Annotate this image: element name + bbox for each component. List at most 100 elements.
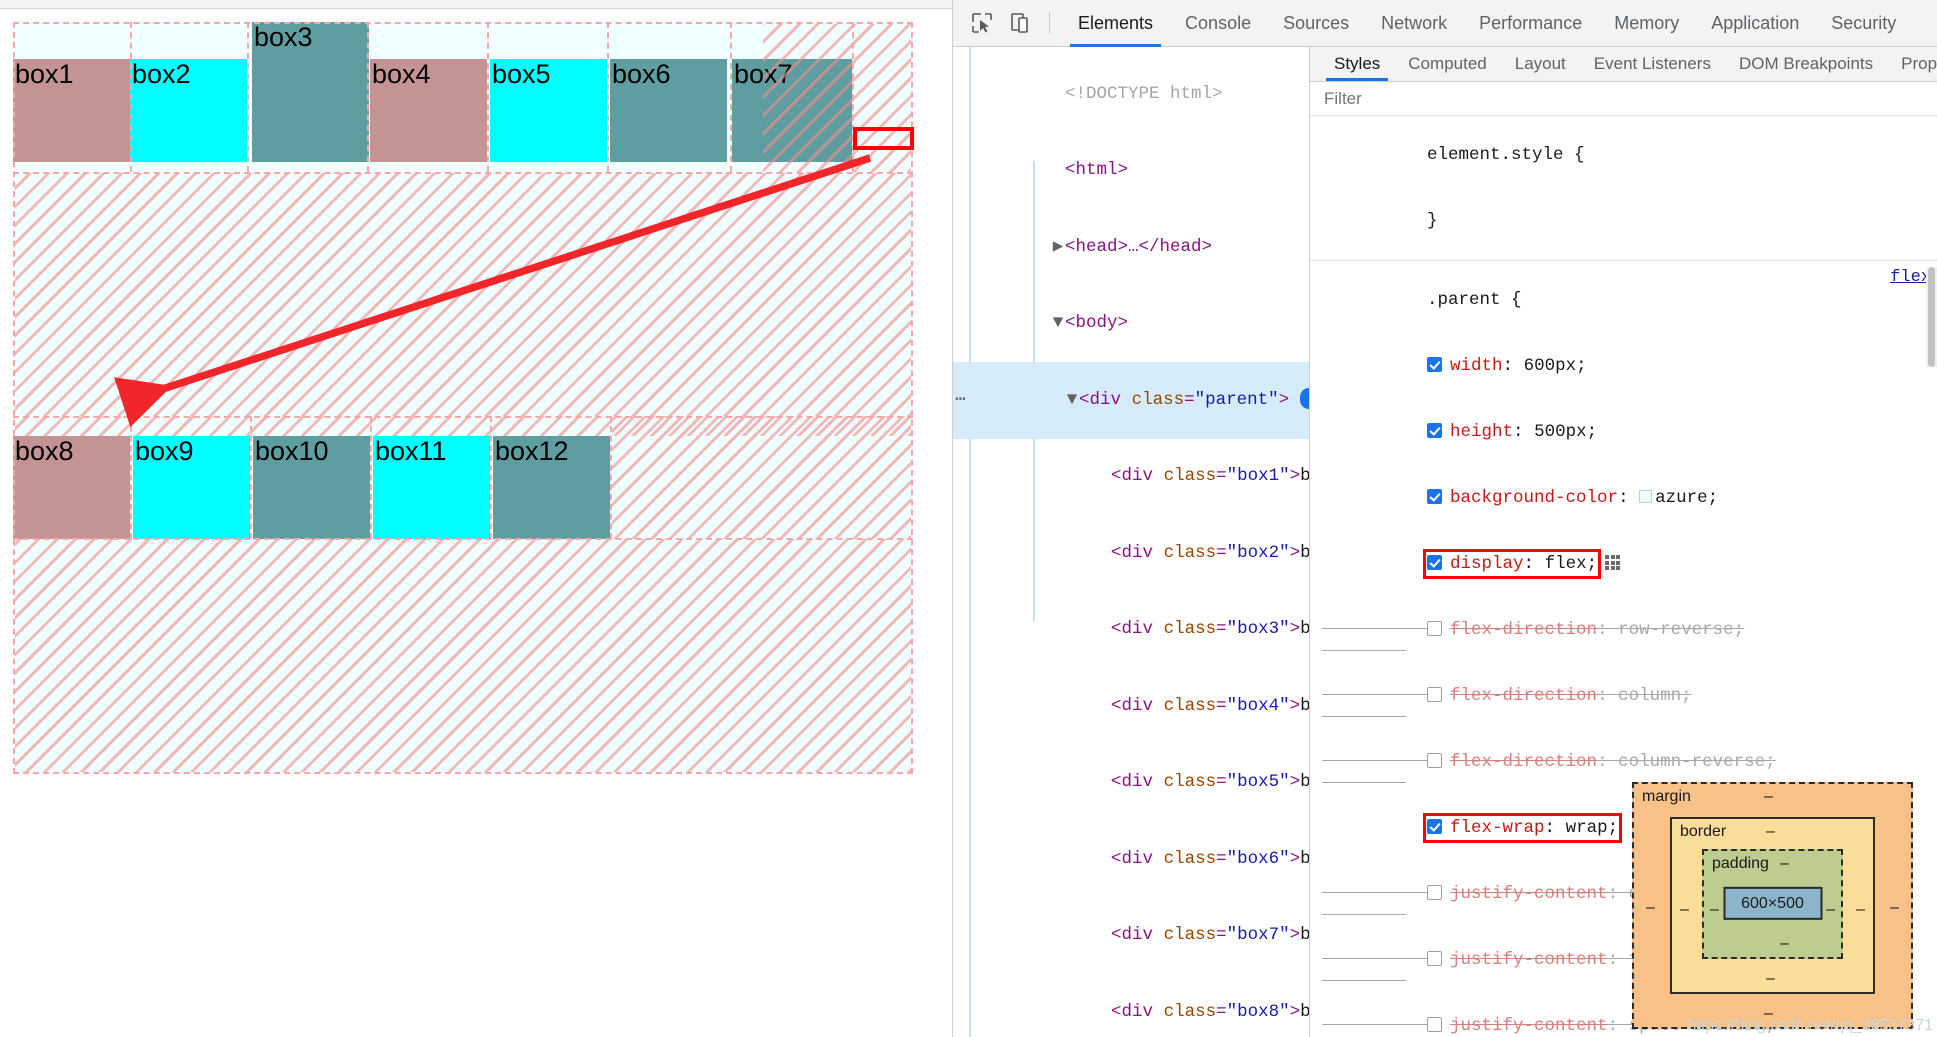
val-flex-wrap[interactable]: wrap xyxy=(1566,818,1608,838)
box-model-content-size[interactable]: 600×500 xyxy=(1723,886,1822,920)
tab-application[interactable]: Application xyxy=(1695,0,1815,47)
inspect-element-icon[interactable] xyxy=(965,6,999,40)
decl-checkbox-flex-direction-column-reverse[interactable] xyxy=(1427,753,1443,768)
tab-sources[interactable]: Sources xyxy=(1267,0,1365,47)
styles-scrollbar-thumb[interactable] xyxy=(1928,267,1935,367)
box-model-diagram[interactable]: margin – – – – border – – – – padding – … xyxy=(1632,782,1913,1029)
dom-line-box5[interactable]: <div class="box5">box5</div> xyxy=(953,745,1309,822)
decl-checkbox-width[interactable] xyxy=(1427,357,1443,372)
tab-event-listeners[interactable]: Event Listeners xyxy=(1580,47,1725,81)
rendered-page-viewport[interactable]: box1 box2 box3 box4 box5 box6 box7 box8 … xyxy=(0,0,952,1037)
dom-line-box3[interactable]: <div class="box3">box3</div> xyxy=(953,592,1309,669)
decl-flex-direction-row-reverse[interactable]: flex-direction: row-reverse; xyxy=(1320,597,1937,663)
flex-item-box8[interactable]: box8 xyxy=(13,436,130,539)
border-top-value[interactable]: – xyxy=(1766,823,1775,841)
flex-item-box5[interactable]: box5 xyxy=(490,59,607,162)
chevron-right-icon[interactable]: ▶ xyxy=(1051,235,1065,261)
decl-checkbox-display[interactable] xyxy=(1427,555,1443,570)
decl-height[interactable]: height: 500px; xyxy=(1320,399,1937,465)
padding-left-value[interactable]: – xyxy=(1710,901,1719,919)
tab-network[interactable]: Network xyxy=(1365,0,1463,47)
dom-line-box8[interactable]: <div class="box8">box8</div> xyxy=(953,974,1309,1037)
decl-checkbox-flex-direction-row-reverse[interactable] xyxy=(1427,621,1443,636)
decl-width[interactable]: width: 600px; xyxy=(1320,333,1937,399)
decl-checkbox-background-color[interactable] xyxy=(1427,489,1443,504)
padding-top-value[interactable]: – xyxy=(1780,855,1789,873)
color-swatch-icon[interactable] xyxy=(1639,490,1653,503)
flex-item-box11[interactable]: box11 xyxy=(373,436,490,539)
margin-left-value[interactable]: – xyxy=(1646,899,1655,917)
flex-item-box1[interactable]: box1 xyxy=(13,59,130,162)
flex-item-box7[interactable]: box7 xyxy=(732,59,852,162)
tab-styles[interactable]: Styles xyxy=(1320,47,1394,81)
tab-console[interactable]: Console xyxy=(1169,0,1267,47)
flex-badge[interactable]: flex xyxy=(1299,387,1309,409)
flex-item-box2[interactable]: box2 xyxy=(130,59,247,162)
flex-item-box6[interactable]: box6 xyxy=(610,59,727,162)
border-right-value[interactable]: – xyxy=(1856,901,1865,919)
padding-right-value[interactable]: – xyxy=(1826,901,1835,919)
dom-line-parent-div[interactable]: ⋯▼<div class="parent"> flex == xyxy=(953,362,1309,439)
flex-item-box12[interactable]: box12 xyxy=(493,436,610,539)
device-toolbar-icon[interactable] xyxy=(1003,6,1037,40)
val-display[interactable]: flex xyxy=(1545,554,1587,574)
tab-layout[interactable]: Layout xyxy=(1501,47,1580,81)
dom-line-body-open[interactable]: ▼ <body> xyxy=(953,286,1309,363)
decl-background-color[interactable]: background-color: azure; xyxy=(1320,465,1937,531)
box-model-padding-area[interactable]: padding – – – – 600×500 xyxy=(1702,849,1843,959)
more-options-icon[interactable]: ⋯ xyxy=(955,388,967,414)
margin-right-value[interactable]: – xyxy=(1890,899,1899,917)
padding-bottom-value[interactable]: – xyxy=(1780,935,1789,953)
box-model-border-area[interactable]: border – – – – padding – – – – 600×500 xyxy=(1670,817,1875,994)
decl-flex-direction-column[interactable]: flex-direction: column; xyxy=(1320,663,1937,729)
decl-checkbox-flex-wrap[interactable] xyxy=(1427,819,1443,834)
tab-dom-breakpoints[interactable]: DOM Breakpoints xyxy=(1725,47,1887,81)
tab-memory[interactable]: Memory xyxy=(1598,0,1695,47)
dom-line-html-open[interactable]: <html> xyxy=(953,133,1309,210)
chevron-down-icon-parent[interactable]: ▼ xyxy=(1065,388,1079,414)
parent-selector: .parent { xyxy=(1320,267,1937,333)
decl-checkbox-justify-content-center[interactable] xyxy=(1427,885,1443,900)
highlight-flex-wrap: flex-wrap: wrap; xyxy=(1423,813,1623,843)
styles-filter-input[interactable] xyxy=(1322,87,1876,110)
decl-checkbox-flex-direction-column[interactable] xyxy=(1427,687,1443,702)
dom-line-box1[interactable]: <div class="box1">box1</div> xyxy=(953,439,1309,516)
flex-item-box10[interactable]: box10 xyxy=(253,436,370,539)
dom-line-box7[interactable]: <div class="box7">box7</div> xyxy=(953,898,1309,975)
rule-element-style[interactable]: element.style { } xyxy=(1310,116,1937,261)
flex-item-box4[interactable]: box4 xyxy=(370,59,487,162)
toolbar-divider xyxy=(1049,12,1050,34)
dom-tree-pane[interactable]: <!DOCTYPE html> <html> ▶<head>…</head> ▼… xyxy=(953,47,1310,1037)
tab-performance[interactable]: Performance xyxy=(1463,0,1598,47)
val-background-color[interactable]: azure xyxy=(1655,488,1708,508)
tab-security[interactable]: Security xyxy=(1815,0,1912,47)
prop-height: height xyxy=(1450,422,1514,442)
styles-scrollbar[interactable] xyxy=(1926,267,1937,367)
tab-properties[interactable]: Prop xyxy=(1887,47,1937,81)
devtools-toolbar: Elements Console Sources Network Perform… xyxy=(953,0,1937,47)
val-flex-direction-3[interactable]: column-reverse xyxy=(1618,752,1765,772)
dom-line-box6[interactable]: <div class="box6">box6</div> xyxy=(953,821,1309,898)
decl-display[interactable]: display: flex; xyxy=(1320,531,1937,597)
val-width[interactable]: 600px xyxy=(1524,356,1577,376)
decl-checkbox-height[interactable] xyxy=(1427,423,1443,438)
dom-line-box2[interactable]: <div class="box2">box2</div> xyxy=(953,515,1309,592)
styles-filter-row[interactable] xyxy=(1310,82,1937,116)
flex-item-box9[interactable]: box9 xyxy=(133,436,250,539)
tab-computed[interactable]: Computed xyxy=(1394,47,1500,81)
chevron-down-icon[interactable]: ▼ xyxy=(1051,311,1065,337)
decl-checkbox-justify-content-flex-end[interactable] xyxy=(1427,951,1443,966)
tab-elements[interactable]: Elements xyxy=(1062,0,1169,47)
element-style-selector: element.style { xyxy=(1320,122,1937,188)
val-height[interactable]: 500px xyxy=(1534,422,1587,442)
val-flex-direction-1[interactable]: row-reverse xyxy=(1618,620,1734,640)
border-bottom-value[interactable]: – xyxy=(1766,970,1775,988)
flex-item-box3[interactable]: box3 xyxy=(252,22,369,162)
border-left-value[interactable]: – xyxy=(1680,901,1689,919)
margin-top-value[interactable]: – xyxy=(1764,788,1773,806)
decl-checkbox-justify-content-space-between[interactable] xyxy=(1427,1017,1443,1032)
dom-line-head[interactable]: ▶<head>…</head> xyxy=(953,209,1309,286)
flex-editor-icon[interactable] xyxy=(1605,555,1621,570)
val-flex-direction-2[interactable]: column xyxy=(1618,686,1681,706)
dom-line-box4[interactable]: <div class="box4">box4</div> xyxy=(953,668,1309,745)
